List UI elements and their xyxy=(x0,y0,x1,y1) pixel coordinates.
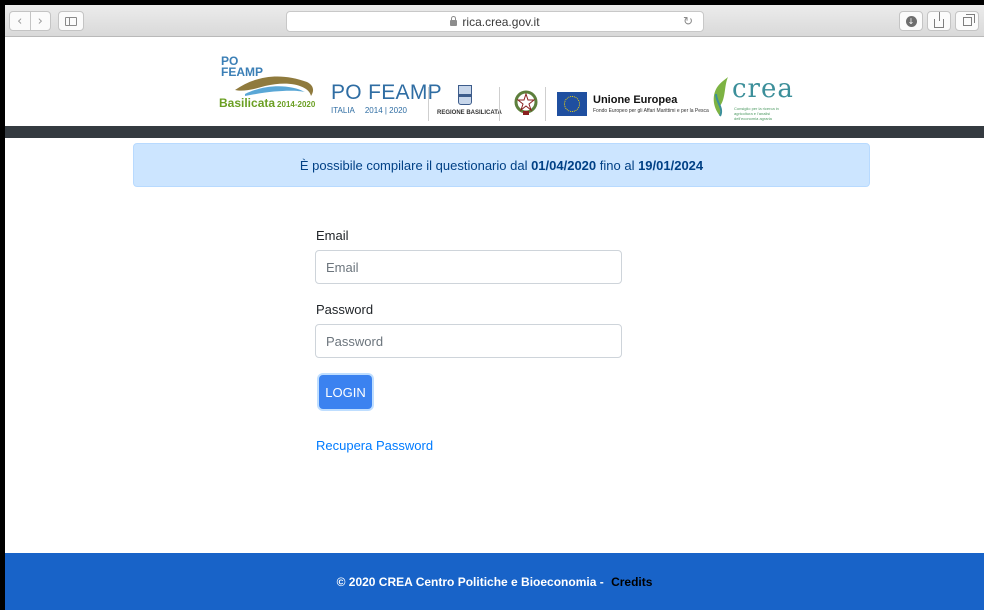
login-button[interactable]: LOGIN xyxy=(319,375,372,409)
email-label: Email xyxy=(316,228,349,243)
po-feamp-period: 2014 | 2020 xyxy=(364,106,407,115)
unione-europea-logo[interactable]: Unione Europea Fondo Europeo per gli Aff… xyxy=(593,94,709,114)
alert-start-date: 01/04/2020 xyxy=(531,157,597,173)
italian-emblem-icon[interactable] xyxy=(514,90,538,116)
share-icon xyxy=(934,11,944,28)
sidebar-toggle-button[interactable] xyxy=(58,11,84,31)
regione-basilicata-logo[interactable]: REGIONE BASILICATA xyxy=(437,85,502,116)
site-header: PO FEAMP Basilicata 2014-2020 PO FEAMP IT… xyxy=(5,38,984,126)
address-bar[interactable]: rica.crea.gov.it ↻ xyxy=(286,11,704,32)
history-nav: ‹ › xyxy=(9,11,51,31)
crea-subtitle: Consiglio per la ricerca in agricoltura … xyxy=(734,106,779,121)
download-icon: ↓ xyxy=(905,15,917,27)
regione-shield-icon xyxy=(458,85,472,105)
back-icon[interactable]: ‹ xyxy=(10,12,31,30)
wave-icon xyxy=(235,76,314,96)
site-footer: © 2020 CREA Centro Politiche e Bioeconom… xyxy=(5,553,984,610)
password-label: Password xyxy=(316,302,374,317)
browser-toolbar: ‹ › rica.crea.gov.it ↻ ↓ xyxy=(5,5,984,37)
share-button[interactable] xyxy=(927,11,951,31)
po-feamp-country: ITALIA xyxy=(331,106,355,115)
alert-prefix: È possibile compilare il questionario da… xyxy=(299,157,532,173)
date-range-alert: È possibile compilare il questionario da… xyxy=(133,143,870,187)
basilicata-years: 2014-2020 xyxy=(277,100,316,109)
recover-password-link[interactable]: Recupera Password xyxy=(316,438,433,453)
lock-icon xyxy=(450,16,458,26)
logo-divider xyxy=(545,87,546,121)
crea-logo[interactable]: crea Consiglio per la ricerca in agricol… xyxy=(708,74,793,122)
email-field[interactable] xyxy=(315,250,622,284)
eu-subtitle: Fondo Europeo per gli Affari Marittimi e… xyxy=(593,108,709,114)
basilicata-logo-text: Basilicata 2014-2020 xyxy=(219,96,315,110)
show-tabs-button[interactable] xyxy=(955,11,979,31)
eu-title: Unione Europea xyxy=(593,94,678,106)
sidebar-icon xyxy=(65,16,77,26)
eu-stars-icon xyxy=(564,96,580,112)
crea-leaf-icon xyxy=(713,77,728,117)
alert-end-date: 19/01/2024 xyxy=(638,157,704,173)
logo-divider xyxy=(499,87,500,121)
password-field[interactable] xyxy=(315,324,622,358)
reload-icon[interactable]: ↻ xyxy=(683,14,693,28)
eu-flag-icon[interactable] xyxy=(557,92,587,116)
regione-label: REGIONE BASILICATA xyxy=(437,110,502,116)
po-feamp-italia-logo[interactable]: PO FEAMP ITALIA 2014 | 2020 xyxy=(331,81,442,116)
po-feamp-basilicata-logo[interactable]: PO FEAMP Basilicata 2014-2020 xyxy=(215,52,325,116)
footer-text: © 2020 CREA Centro Politiche e Bioeconom… xyxy=(336,574,608,589)
logo-divider xyxy=(428,87,429,121)
forward-icon[interactable]: › xyxy=(31,12,51,30)
downloads-button[interactable]: ↓ xyxy=(899,11,923,31)
credits-link[interactable]: Credits xyxy=(611,575,652,589)
crea-wordmark: crea xyxy=(732,74,794,104)
po-feamp-subtitle: ITALIA 2014 | 2020 xyxy=(331,106,442,115)
dark-navbar xyxy=(5,126,984,138)
alert-middle: fino al xyxy=(596,157,639,173)
tabs-icon xyxy=(962,13,975,26)
basilicata-name: Basilicata xyxy=(219,96,276,110)
po-feamp-title: PO FEAMP xyxy=(331,81,442,104)
url-text: rica.crea.gov.it xyxy=(462,14,540,29)
browser-window: ‹ › rica.crea.gov.it ↻ ↓ PO FEAMP Basili… xyxy=(5,5,984,610)
